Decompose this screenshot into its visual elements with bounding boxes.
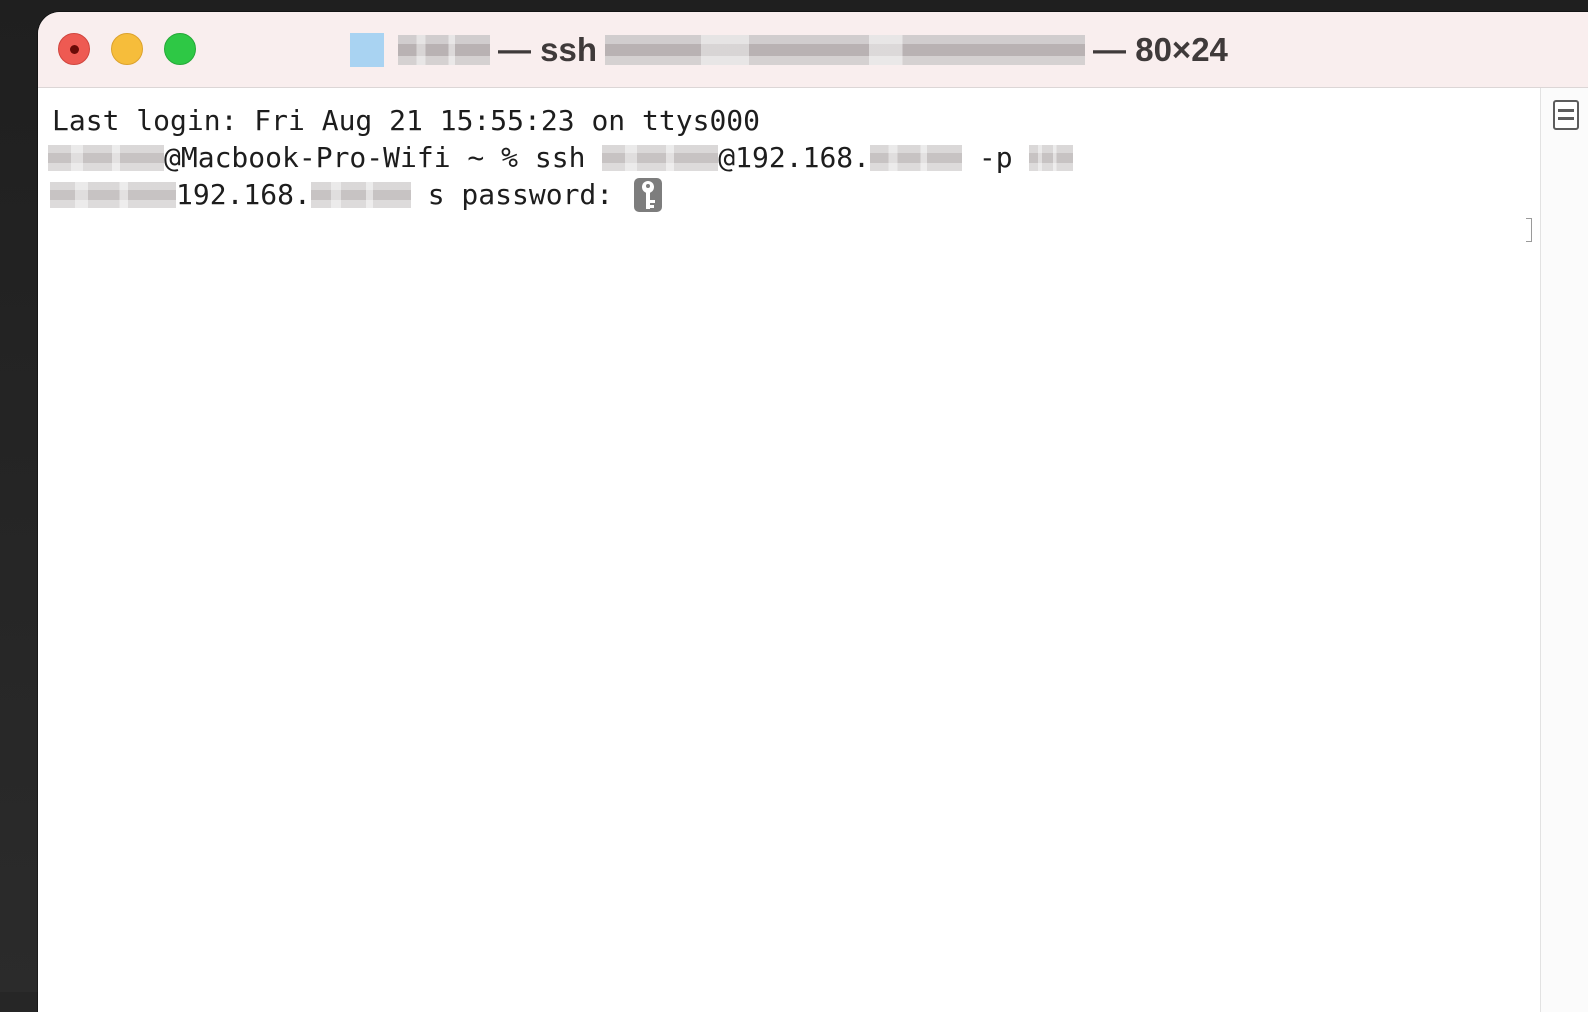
terminal-output[interactable]: Last login: Fri Aug 21 15:55:23 on ttys0… — [38, 88, 1540, 1012]
prompt-host-text: @Macbook-Pro-Wifi ~ % ssh — [164, 141, 603, 174]
split-pane-icon[interactable] — [1553, 100, 1579, 130]
redacted-username — [398, 35, 490, 65]
terminal-line-password-prompt: 192.168. s password: — [50, 178, 663, 212]
remote-ip-prefix: @192.168. — [718, 141, 871, 174]
redacted-local-user — [48, 145, 164, 171]
folder-icon — [350, 33, 384, 67]
title-ssh-label: — ssh — [498, 31, 598, 68]
remote-ip-prefix-2: 192.168. — [176, 178, 311, 211]
close-button[interactable] — [58, 33, 90, 65]
title-bar[interactable]: — ssh — 80×24 — [38, 12, 1588, 88]
mark-bracket — [1526, 218, 1532, 242]
title-size-label: — 80×24 — [1093, 31, 1228, 68]
redacted-port — [1029, 145, 1074, 171]
window-title: — ssh — 80×24 — [350, 26, 1236, 74]
minimize-button[interactable] — [111, 33, 143, 65]
redacted-ssh-target — [605, 35, 1086, 65]
redacted-remote-user-2 — [50, 182, 176, 208]
redacted-remote-user — [602, 145, 719, 171]
port-flag-text: -p — [962, 141, 1030, 174]
terminal-line-last-login: Last login: Fri Aug 21 15:55:23 on ttys0… — [52, 104, 760, 138]
key-icon[interactable] — [634, 178, 663, 212]
maximize-button[interactable] — [164, 33, 196, 65]
redacted-ip-suffix — [870, 145, 963, 171]
scrollbar[interactable] — [1540, 88, 1588, 1012]
redacted-ip-suffix-2 — [310, 182, 411, 208]
terminal-window: — ssh — 80×24 Last login: Fri Aug 21 15:… — [38, 12, 1588, 1012]
terminal-line-ssh-command: @Macbook-Pro-Wifi ~ % ssh @192.168. -p — [48, 141, 1074, 175]
password-prompt-text: s password: — [410, 178, 631, 211]
last-login-text: Last login: Fri Aug 21 15:55:23 on ttys0… — [52, 104, 761, 137]
